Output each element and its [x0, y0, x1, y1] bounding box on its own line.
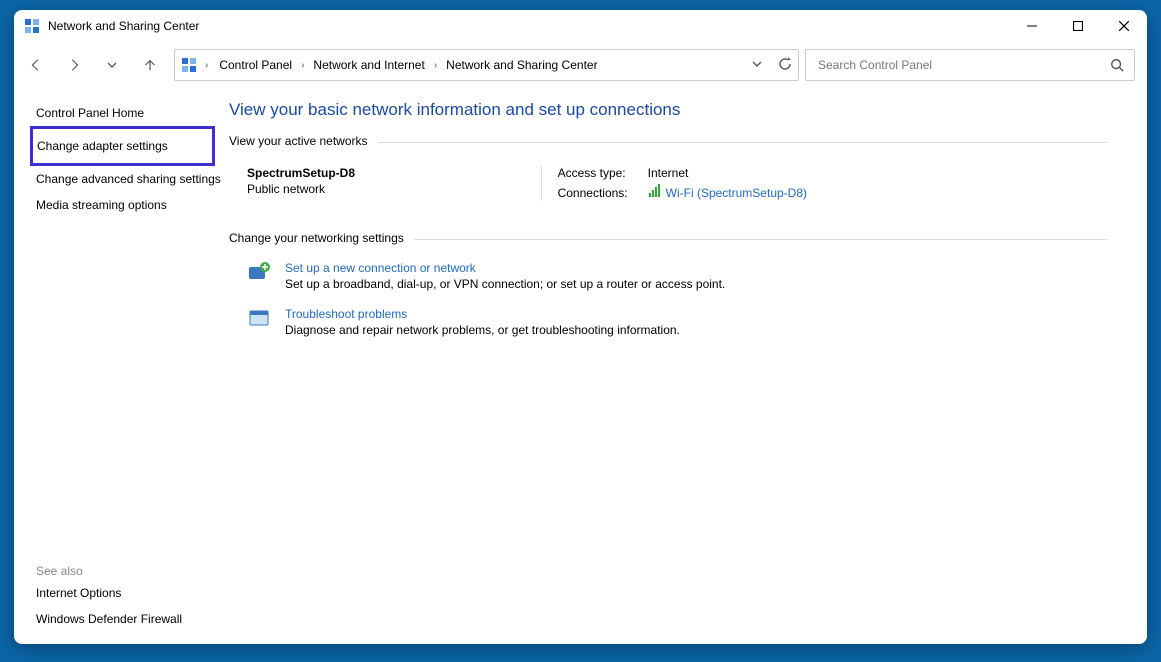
setup-connection-icon [247, 261, 271, 285]
back-button[interactable] [20, 49, 52, 81]
breadcrumb-network-internet[interactable]: Network and Internet [310, 56, 427, 74]
setup-connection-link[interactable]: Set up a new connection or network [285, 261, 725, 275]
close-button[interactable] [1101, 11, 1147, 41]
up-button[interactable] [134, 49, 166, 81]
network-name: SpectrumSetup-D8 [247, 166, 501, 180]
nav-toolbar: › Control Panel › Network and Internet ›… [14, 42, 1147, 88]
minimize-button[interactable] [1009, 11, 1055, 41]
forward-button[interactable] [58, 49, 90, 81]
refresh-button[interactable] [778, 57, 792, 74]
access-type-value: Internet [648, 166, 807, 180]
window-controls [1009, 11, 1147, 41]
connection-link[interactable]: Wi-Fi (SpectrumSetup-D8) [648, 184, 807, 201]
network-sharing-icon [181, 57, 197, 73]
troubleshoot-item: Troubleshoot problems Diagnose and repai… [247, 307, 1107, 337]
change-settings-label: Change your networking settings [229, 231, 1107, 245]
sidebar: Control Panel Home Change adapter settin… [14, 88, 229, 644]
chevron-right-icon[interactable]: › [432, 60, 439, 71]
network-details: Access type: Internet Connections: Wi-Fi… [541, 166, 807, 201]
window: Network and Sharing Center › Control Pan… [14, 10, 1147, 644]
chevron-right-icon[interactable]: › [203, 60, 210, 71]
sidebar-item-adapter-settings[interactable]: Change adapter settings [30, 126, 215, 166]
breadcrumbs: Control Panel › Network and Internet › N… [216, 56, 600, 74]
network-sharing-icon [24, 18, 40, 34]
troubleshoot-desc: Diagnose and repair network problems, or… [285, 323, 680, 337]
sidebar-item-home[interactable]: Control Panel Home [34, 100, 225, 126]
search-icon[interactable] [1110, 58, 1124, 72]
window-title: Network and Sharing Center [48, 19, 199, 33]
body: Control Panel Home Change adapter settin… [14, 88, 1147, 644]
section-text: View your active networks [229, 134, 368, 148]
sidebar-item-media-streaming[interactable]: Media streaming options [34, 192, 225, 218]
sidebar-item-advanced-sharing[interactable]: Change advanced sharing settings [34, 166, 225, 192]
troubleshoot-icon [247, 307, 271, 331]
page-title: View your basic network information and … [229, 100, 1107, 120]
connections-label: Connections: [558, 186, 628, 200]
active-network-block: SpectrumSetup-D8 Public network Access t… [247, 166, 807, 201]
sidebar-item-internet-options[interactable]: Internet Options [34, 580, 225, 606]
titlebar: Network and Sharing Center [14, 10, 1147, 42]
search-bar[interactable] [805, 49, 1135, 81]
access-type-label: Access type: [558, 166, 628, 180]
setup-connection-desc: Set up a broadband, dial-up, or VPN conn… [285, 277, 725, 291]
sidebar-item-defender-firewall[interactable]: Windows Defender Firewall [34, 606, 225, 632]
wifi-signal-icon [648, 184, 662, 201]
section-text: Change your networking settings [229, 231, 404, 245]
chevron-right-icon[interactable]: › [299, 60, 306, 71]
address-dropdown-button[interactable] [750, 57, 764, 74]
connection-name: Wi-Fi (SpectrumSetup-D8) [666, 186, 807, 200]
maximize-button[interactable] [1055, 11, 1101, 41]
active-networks-label: View your active networks [229, 134, 1107, 148]
divider [378, 142, 1107, 143]
main-content: View your basic network information and … [229, 88, 1147, 644]
recent-locations-button[interactable] [96, 49, 128, 81]
troubleshoot-link[interactable]: Troubleshoot problems [285, 307, 680, 321]
setup-connection-item: Set up a new connection or network Set u… [247, 261, 1107, 291]
breadcrumb-network-sharing[interactable]: Network and Sharing Center [443, 56, 600, 74]
search-input[interactable] [816, 57, 1110, 73]
network-type: Public network [247, 182, 501, 196]
divider [414, 239, 1107, 240]
address-bar[interactable]: › Control Panel › Network and Internet ›… [174, 49, 799, 81]
network-identity: SpectrumSetup-D8 Public network [247, 166, 501, 201]
see-also-label: See also [34, 556, 225, 580]
breadcrumb-control-panel[interactable]: Control Panel [216, 56, 295, 74]
